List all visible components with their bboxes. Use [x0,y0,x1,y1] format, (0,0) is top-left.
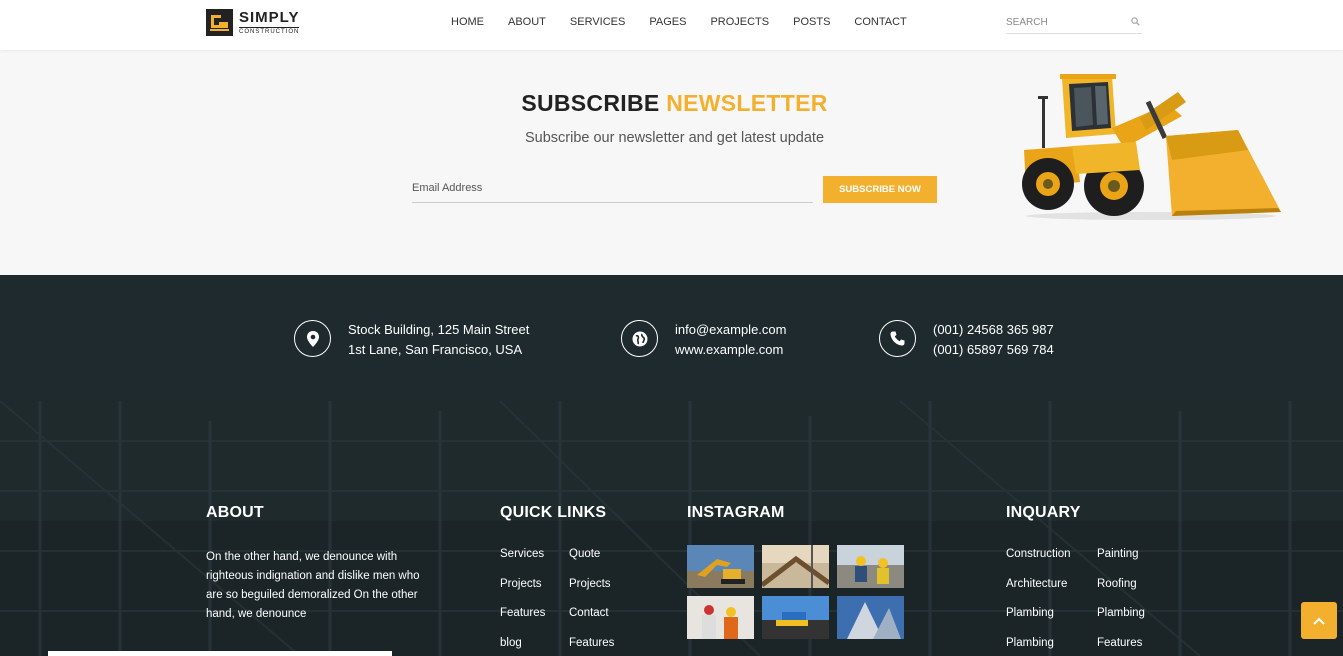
quick-link-projects-2[interactable]: Projects [569,578,629,608]
footer-bottom-strip [48,651,392,656]
site-header: SIMPLY CONSTRUCTION HOME ABOUT SERVICES … [0,0,1343,50]
logo-subtitle: CONSTRUCTION [239,27,300,35]
nav-home[interactable]: HOME [451,16,484,28]
newsletter-title-main: SUBSCRIBE [521,90,660,116]
search-box [1006,12,1142,34]
address-line-2: 1st Lane, San Francisco, USA [348,341,523,357]
contact-address: Stock Building, 125 Main Street 1st Lane… [294,320,529,359]
inquary-link-construction[interactable]: Construction [1006,548,1097,578]
chevron-up-icon [1313,617,1325,625]
search-icon[interactable] [1131,17,1140,26]
about-heading: ABOUT [206,504,264,521]
newsletter-title-accent: NEWSLETTER [666,90,828,116]
bridge-construction-photo[interactable] [762,545,829,588]
logo-title: SIMPLY [239,9,300,26]
contact-phone: (001) 24568 365 987 (001) 65897 569 784 [879,320,1054,359]
inquary-heading: INQUARY [1006,504,1081,521]
phone-number-1[interactable]: (001) 24568 365 987 [933,320,1054,340]
address-line-1: Stock Building, 125 Main Street [348,322,530,337]
inquary-link-features[interactable]: Features [1097,637,1167,656]
nav-pages[interactable]: PAGES [649,16,686,28]
excavator-photo[interactable] [687,545,754,588]
wheel-loader-image [1022,74,1281,220]
site-footer: ABOUT On the other hand, we denounce wit… [0,401,1343,656]
road-paving-photo[interactable] [762,596,829,639]
nav-contact[interactable]: CONTACT [854,16,906,28]
search-input[interactable] [1006,12,1121,33]
contact-web: info@example.com www.example.com [621,320,786,359]
inquary-link-plambing-3[interactable]: Plambing [1006,637,1097,656]
instagram-heading: INSTAGRAM [687,504,785,521]
phone-number-2[interactable]: (001) 65897 569 784 [933,340,1054,360]
quick-link-quote[interactable]: Quote [569,548,629,578]
quick-link-services[interactable]: Services [500,548,569,578]
about-text: On the other hand, we denounce with righ… [206,551,420,620]
email-field[interactable] [412,176,813,200]
quick-link-features-2[interactable]: Features [569,637,629,656]
footer-instagram: INSTAGRAM [687,504,904,639]
inquary-link-painting[interactable]: Painting [1097,548,1167,578]
map-pin-icon [294,320,331,357]
excavator-logo-icon [206,9,233,36]
quick-link-blog[interactable]: blog [500,637,569,656]
newsletter-section: SUBSCRIBE NEWSLETTER Subscribe our newsl… [0,50,1343,275]
scroll-to-top-button[interactable] [1301,602,1337,639]
email-address[interactable]: info@example.com [675,320,786,340]
phone-icon [879,320,916,357]
quick-link-features[interactable]: Features [500,607,569,637]
subscribe-button[interactable]: SUBSCRIBE NOW [823,176,937,203]
nav-posts[interactable]: POSTS [793,16,830,28]
logo[interactable]: SIMPLY CONSTRUCTION [206,9,300,36]
footer-about: ABOUT On the other hand, we denounce wit… [206,504,426,624]
building-tower-photo[interactable] [837,596,904,639]
email-field-wrap [412,176,813,203]
inquary-link-roofing[interactable]: Roofing [1097,578,1167,608]
inquary-link-architecture[interactable]: Architecture [1006,578,1097,608]
contact-strip: Stock Building, 125 Main Street 1st Lane… [0,275,1343,401]
globe-icon [621,320,658,357]
main-nav: HOME ABOUT SERVICES PAGES PROJECTS POSTS… [451,16,931,28]
nav-about[interactable]: ABOUT [508,16,546,28]
engineers-photo[interactable] [687,596,754,639]
inquary-link-plambing[interactable]: Plambing [1006,607,1097,637]
quick-link-projects[interactable]: Projects [500,578,569,608]
inquary-link-plambing-2[interactable]: Plambing [1097,607,1167,637]
nav-services[interactable]: SERVICES [570,16,625,28]
website-url[interactable]: www.example.com [675,340,786,360]
quick-links-heading: QUICK LINKS [500,504,607,521]
workers-site-photo[interactable] [837,545,904,588]
footer-inquary: INQUARY Construction Painting Architectu… [1006,504,1167,656]
footer-quick-links: QUICK LINKS Services Quote Projects Proj… [500,504,629,656]
nav-projects[interactable]: PROJECTS [710,16,769,28]
quick-link-contact[interactable]: Contact [569,607,629,637]
